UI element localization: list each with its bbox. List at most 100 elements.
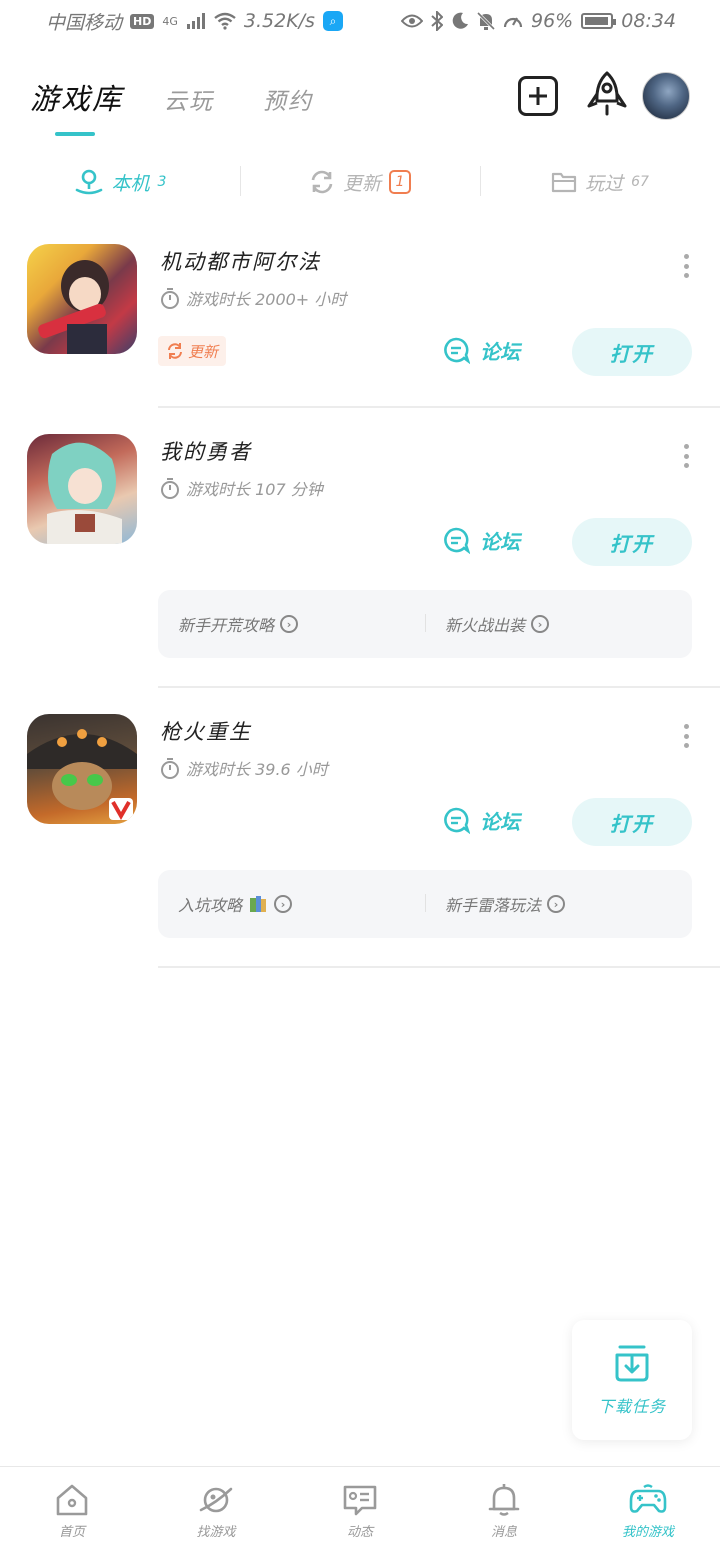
guide-label: 新手雷落玩法: [445, 896, 542, 915]
character-art: [27, 729, 137, 821]
local-device-icon: [75, 169, 102, 195]
mute-bell-icon: [477, 11, 495, 31]
game-icon[interactable]: [27, 434, 137, 544]
playtime: 游戏时长 2000+ 小时: [160, 286, 346, 310]
forum-button[interactable]: 论坛: [442, 516, 520, 564]
nav-label: 消息: [490, 1525, 517, 1540]
guide-link[interactable]: 新火战出装 ›: [425, 612, 692, 636]
active-tab-indicator: [55, 132, 95, 136]
signal-type: 4G: [162, 14, 178, 28]
open-game-button[interactable]: 打开: [572, 328, 692, 376]
card-divider: [158, 686, 720, 688]
guide-label: 新手开荒攻略: [178, 616, 275, 635]
nav-label: 我的游戏: [621, 1525, 674, 1540]
eye-icon: [401, 14, 423, 28]
nav-feed[interactable]: 动态: [288, 1467, 432, 1560]
tab-cloud-play[interactable]: 云玩: [164, 82, 214, 116]
guide-link[interactable]: 新手雷落玩法 ›: [425, 892, 692, 916]
forum-button[interactable]: 论坛: [442, 326, 520, 374]
guide-links: 入坑攻略 › 新手雷落玩法 ›: [158, 870, 692, 938]
battery-icon: [581, 13, 617, 29]
playtime-label: 游戏时长 2000+ 小时: [186, 290, 347, 309]
rocket-icon[interactable]: [584, 70, 630, 120]
playtime-label: 游戏时长 39.6 小时: [186, 760, 328, 779]
planet-icon: [199, 1487, 233, 1513]
game-title: 机动都市阿尔法: [160, 250, 321, 274]
nav-label: 动态: [346, 1525, 373, 1540]
wifi-icon: [214, 12, 236, 30]
speedometer-icon: [503, 17, 523, 28]
more-options-button[interactable]: [682, 254, 690, 278]
chevron-right-icon: ›: [280, 615, 299, 633]
download-tasks-button[interactable]: 下载任务: [572, 1320, 692, 1440]
status-right: 96% 08:34: [401, 10, 676, 32]
character-art: [38, 260, 109, 354]
home-icon: [56, 1484, 88, 1516]
playtime: 游戏时长 39.6 小时: [160, 756, 328, 780]
more-options-button[interactable]: [682, 724, 690, 748]
open-game-button[interactable]: 打开: [572, 798, 692, 846]
nav-home[interactable]: 首页: [0, 1467, 144, 1560]
playtime: 游戏时长 107 分钟: [160, 476, 323, 500]
status-left: 中国移动 HD 4G 3.52K/s ⌕: [46, 8, 343, 35]
status-bar: 中国移动 HD 4G 3.52K/s ⌕ 96% 08:34: [0, 0, 720, 42]
forum-button[interactable]: 论坛: [442, 796, 520, 844]
top-header: 游戏库 云玩 预约: [0, 62, 720, 152]
add-game-button[interactable]: [518, 76, 558, 116]
filter-local[interactable]: 本机 3: [0, 160, 240, 204]
game-icon[interactable]: [27, 714, 137, 824]
more-options-button[interactable]: [682, 444, 690, 468]
forum-label: 论坛: [480, 339, 520, 364]
filter-played[interactable]: 玩过 67: [480, 160, 720, 204]
books-emoji-icon: [250, 896, 267, 912]
moon-icon: [452, 12, 468, 29]
game-title: 枪火重生: [160, 720, 252, 744]
filter-played-count: 67: [631, 174, 649, 190]
feed-icon: [343, 1485, 377, 1516]
stopwatch-icon: [161, 288, 179, 309]
filter-played-label: 玩过: [585, 172, 624, 195]
chevron-right-icon: ›: [274, 895, 293, 913]
character-art: [47, 442, 122, 544]
nav-label: 找游戏: [196, 1525, 236, 1540]
download-tray-icon: [615, 1345, 649, 1382]
filter-local-label: 本机: [111, 172, 150, 195]
filter-row: 本机 3 更新 1 玩过 67: [0, 160, 720, 204]
nav-messages[interactable]: 消息: [432, 1467, 576, 1560]
refresh-small-icon: [168, 343, 182, 359]
chevron-right-icon: ›: [547, 895, 566, 913]
nav-my-games[interactable]: 我的游戏: [576, 1467, 720, 1560]
nav-label: 首页: [58, 1525, 85, 1540]
user-avatar[interactable]: [642, 72, 690, 120]
filter-local-count: 3: [157, 174, 167, 190]
nav-find-games[interactable]: 找游戏: [144, 1467, 288, 1560]
forum-icon: [444, 807, 470, 834]
guide-label: 入坑攻略: [178, 896, 243, 915]
game-icon[interactable]: [27, 244, 137, 354]
stopwatch-icon: [161, 478, 179, 499]
bluetooth-icon: [431, 11, 443, 31]
carrier-label: 中国移动: [46, 11, 123, 34]
hd-badge: HD: [130, 13, 155, 29]
battery-percent: 96%: [531, 10, 574, 32]
tab-reservations[interactable]: 预约: [263, 82, 313, 116]
update-tag-label: 更新: [188, 342, 219, 361]
signal-icon: [186, 13, 205, 29]
guide-link[interactable]: 入坑攻略 ›: [158, 892, 425, 916]
guide-link[interactable]: 新手开荒攻略 ›: [158, 612, 425, 636]
net-speed: 3.52K/s: [243, 10, 315, 32]
forum-label: 论坛: [480, 529, 520, 554]
guide-label: 新火战出装: [445, 616, 526, 635]
playtime-label: 游戏时长 107 分钟: [186, 480, 323, 499]
forum-label: 论坛: [480, 809, 520, 834]
bottom-nav: 首页 找游戏 动态 消息 我的游戏: [0, 1466, 720, 1560]
open-game-button[interactable]: 打开: [572, 518, 692, 566]
update-tag[interactable]: 更新: [158, 336, 227, 366]
filter-updates[interactable]: 更新 1: [240, 160, 480, 204]
stopwatch-icon: [161, 758, 179, 779]
card-divider: [158, 966, 720, 968]
card-divider: [158, 406, 720, 408]
bell-icon: [488, 1484, 520, 1516]
tab-game-library[interactable]: 游戏库: [30, 76, 123, 118]
chevron-right-icon: ›: [531, 615, 550, 633]
